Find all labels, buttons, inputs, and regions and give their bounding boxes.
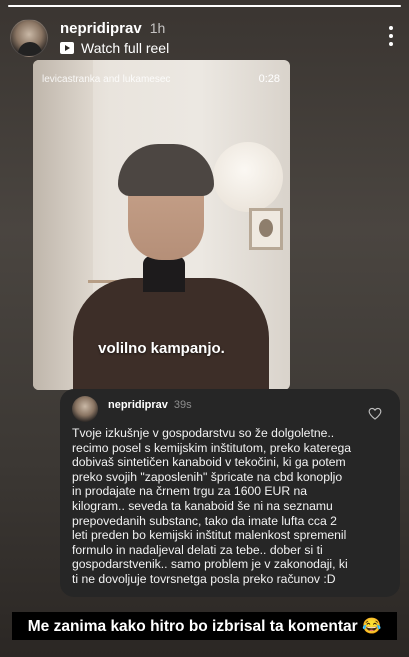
story-progress-fill [8, 5, 401, 7]
watch-full-reel-link[interactable]: Watch full reel [60, 40, 169, 56]
post-time: 1h [149, 20, 166, 36]
comment-time: 39s [173, 399, 192, 411]
avatar[interactable] [10, 19, 48, 57]
story-progress-bar [8, 5, 401, 7]
video-caption: volilno kampanjo. [98, 340, 225, 357]
reel-author: levicastranka and lukamesec [42, 74, 171, 85]
comment-card: nepridiprav 39s Tvoje izkušnje v gospoda… [60, 389, 400, 597]
comment-text: Tvoje izkušnje v gospodarstvu so že dolg… [72, 426, 352, 586]
comment-header: nepridiprav 39s [72, 396, 388, 422]
reel-duration: 0:28 [258, 73, 280, 85]
wall-picture [249, 208, 283, 250]
comment-avatar[interactable] [72, 396, 98, 422]
watch-full-reel-label: Watch full reel [81, 40, 170, 56]
heart-icon[interactable] [368, 407, 382, 420]
more-icon[interactable] [383, 26, 399, 46]
username[interactable]: nepridiprav [60, 20, 142, 37]
header-text: nepridiprav 1h Watch full reel [60, 20, 169, 56]
shared-reel-card[interactable]: levicastranka and lukamesec 0:28 volilno… [33, 60, 290, 390]
comment-username[interactable]: nepridiprav [108, 399, 168, 411]
lamp [213, 142, 283, 212]
person [73, 278, 269, 390]
story-header: nepridiprav 1h Watch full reel [10, 16, 399, 60]
play-icon [60, 42, 74, 54]
overlay-text-banner: Me zanima kako hitro bo izbrisal ta kome… [12, 612, 397, 640]
